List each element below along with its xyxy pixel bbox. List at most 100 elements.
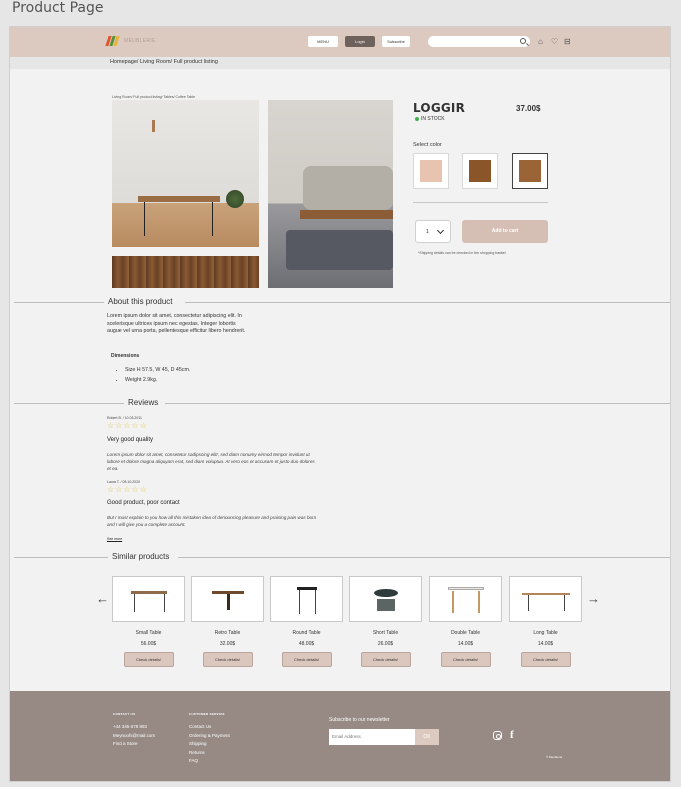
section-rule bbox=[178, 557, 670, 558]
product-name: Retro Table bbox=[214, 630, 241, 636]
review-author: Robert B. / 10.03.2011 bbox=[107, 416, 142, 420]
select-color-label: Select color bbox=[413, 142, 442, 148]
color-swatch-light[interactable] bbox=[413, 153, 449, 189]
login-button[interactable]: Login bbox=[345, 36, 375, 47]
product-thumb[interactable] bbox=[509, 576, 582, 622]
product-thumb[interactable] bbox=[112, 576, 185, 622]
product-name: Round Table bbox=[292, 630, 321, 636]
arrow-right-icon[interactable]: → bbox=[587, 592, 600, 605]
chevron-down-icon bbox=[436, 226, 445, 235]
instagram-icon[interactable] bbox=[493, 731, 502, 740]
check-details-button[interactable]: Check details! bbox=[281, 652, 332, 667]
footer-link[interactable]: Shipping bbox=[189, 740, 230, 749]
check-details-button[interactable]: Check details! bbox=[123, 652, 174, 667]
footer-link[interactable]: Contact Us bbox=[189, 723, 230, 732]
add-to-cart-button[interactable]: Add to cart bbox=[462, 220, 548, 243]
color-swatch-medium[interactable] bbox=[512, 153, 548, 189]
footer-link[interactable]: FAQ bbox=[189, 757, 230, 766]
table-top-shape bbox=[138, 196, 220, 202]
swatch-fill bbox=[420, 160, 442, 182]
table-leg-shape bbox=[564, 595, 565, 611]
rug-shape bbox=[286, 230, 393, 270]
logo-text: MEUBLERIE bbox=[124, 38, 156, 44]
product-card[interactable]: Short Table 26.00$ Check details! bbox=[349, 576, 422, 667]
section-rule bbox=[14, 403, 124, 404]
ok-button[interactable]: OK bbox=[415, 729, 439, 745]
check-details-button[interactable]: Check details! bbox=[520, 652, 571, 667]
breadcrumb[interactable]: Homepage/ Living Room/ Full product list… bbox=[110, 59, 218, 65]
footer-link[interactable]: Find a Store bbox=[113, 740, 155, 749]
footer-link[interactable]: Returns bbox=[189, 749, 230, 758]
menu-button[interactable]: MENU bbox=[308, 36, 338, 47]
footer-link[interactable]: Ordering & Payment bbox=[189, 732, 230, 741]
subscribe-button[interactable]: Subscribe bbox=[382, 36, 410, 47]
product-price: 48.00$ bbox=[298, 641, 315, 647]
wood-detail-image[interactable] bbox=[112, 256, 259, 288]
table-leg-shape bbox=[315, 590, 316, 614]
cart-icon[interactable]: ⊟ bbox=[564, 37, 571, 46]
check-details-button[interactable]: Check details! bbox=[202, 652, 253, 667]
lamp-shape bbox=[152, 120, 155, 132]
reviews-title: Reviews bbox=[124, 398, 163, 407]
see-more-link[interactable]: See more bbox=[107, 537, 122, 541]
product-thumb[interactable] bbox=[349, 576, 422, 622]
header: MEUBLERIE MENU Login Subscribe ⌂ ♡ ⊟ bbox=[10, 27, 670, 57]
product-price: 32.00$ bbox=[219, 641, 236, 647]
main-product-image[interactable] bbox=[112, 100, 259, 247]
product-card[interactable]: Double Table 14.00$ Check details! bbox=[429, 576, 502, 667]
review-title: Very good quality bbox=[107, 437, 154, 443]
section-rule bbox=[185, 302, 670, 303]
table-leg-shape bbox=[227, 594, 230, 610]
window-title: Product Page bbox=[12, 0, 104, 16]
swatch-fill bbox=[469, 160, 491, 182]
product-card[interactable]: Long Table 14.00$ Check details! bbox=[509, 576, 582, 667]
product-price: 14.00$ bbox=[537, 641, 554, 647]
review-body: Lorem ipsum dolor sit amet, consetetur s… bbox=[107, 452, 315, 471]
footer-link[interactable]: Meynoofs@mail.com bbox=[113, 732, 155, 741]
table-leg-shape bbox=[212, 202, 213, 236]
stock-status: IN STOCK bbox=[421, 116, 445, 122]
account-icon[interactable]: ⌂ bbox=[538, 37, 543, 46]
living-room-image[interactable] bbox=[268, 100, 393, 288]
plant-shape bbox=[226, 190, 244, 208]
product-card[interactable]: Small Table 56.00$ Check details! bbox=[112, 576, 185, 667]
product-thumb[interactable] bbox=[429, 576, 502, 622]
product-price: 26.00$ bbox=[377, 641, 394, 647]
rating-stars: ☆☆☆☆☆ bbox=[107, 421, 148, 430]
table-leg-shape bbox=[144, 202, 145, 236]
search-icon[interactable] bbox=[520, 38, 526, 44]
section-rule bbox=[14, 557, 108, 558]
check-details-button[interactable]: Check details! bbox=[440, 652, 491, 667]
color-swatch-dark[interactable] bbox=[462, 153, 498, 189]
product-card[interactable]: Round Table 48.00$ Check details! bbox=[270, 576, 343, 667]
copyright: © Meubleria bbox=[546, 755, 563, 759]
footer-link[interactable]: +44 345 678 903 bbox=[113, 723, 155, 732]
table-top-shape bbox=[297, 587, 317, 590]
check-details-button[interactable]: Check details! bbox=[360, 652, 411, 667]
quantity-select[interactable]: 1 bbox=[415, 220, 451, 243]
email-field[interactable]: Email Address bbox=[329, 729, 415, 745]
product-name: Double Table bbox=[450, 630, 481, 636]
review-title: Good product, poor contact bbox=[107, 500, 180, 506]
product-thumb[interactable] bbox=[270, 576, 343, 622]
table-leg-shape bbox=[134, 594, 135, 612]
table-base-shape bbox=[377, 599, 395, 611]
table-leg-shape bbox=[164, 594, 165, 612]
newsletter-label: Subscribe to our newsletter bbox=[329, 717, 390, 723]
logo[interactable]: MEUBLERIE bbox=[105, 36, 156, 46]
search-input[interactable] bbox=[428, 36, 530, 47]
shipping-note: *Shipping details can be checked in the … bbox=[418, 251, 506, 255]
product-card[interactable]: Retro Table 32.00$ Check details! bbox=[191, 576, 264, 667]
breadcrumb-bar: Homepage/ Living Room/ Full product list… bbox=[10, 57, 670, 69]
table-leg-shape bbox=[299, 590, 300, 614]
table-top-shape bbox=[374, 589, 398, 597]
in-stock-dot-icon bbox=[415, 117, 419, 121]
about-text: Lorem ipsum dolor sit amet, consectetur … bbox=[107, 313, 246, 334]
wishlist-icon[interactable]: ♡ bbox=[551, 37, 558, 46]
product-price: 56.00$ bbox=[140, 641, 157, 647]
footer-contact-list: +44 345 678 903 Meynoofs@mail.com Find a… bbox=[113, 723, 155, 749]
product-thumb[interactable] bbox=[191, 576, 264, 622]
sofa-shape bbox=[303, 166, 393, 210]
arrow-left-icon[interactable]: ← bbox=[96, 592, 109, 605]
facebook-icon[interactable]: f bbox=[510, 729, 514, 741]
